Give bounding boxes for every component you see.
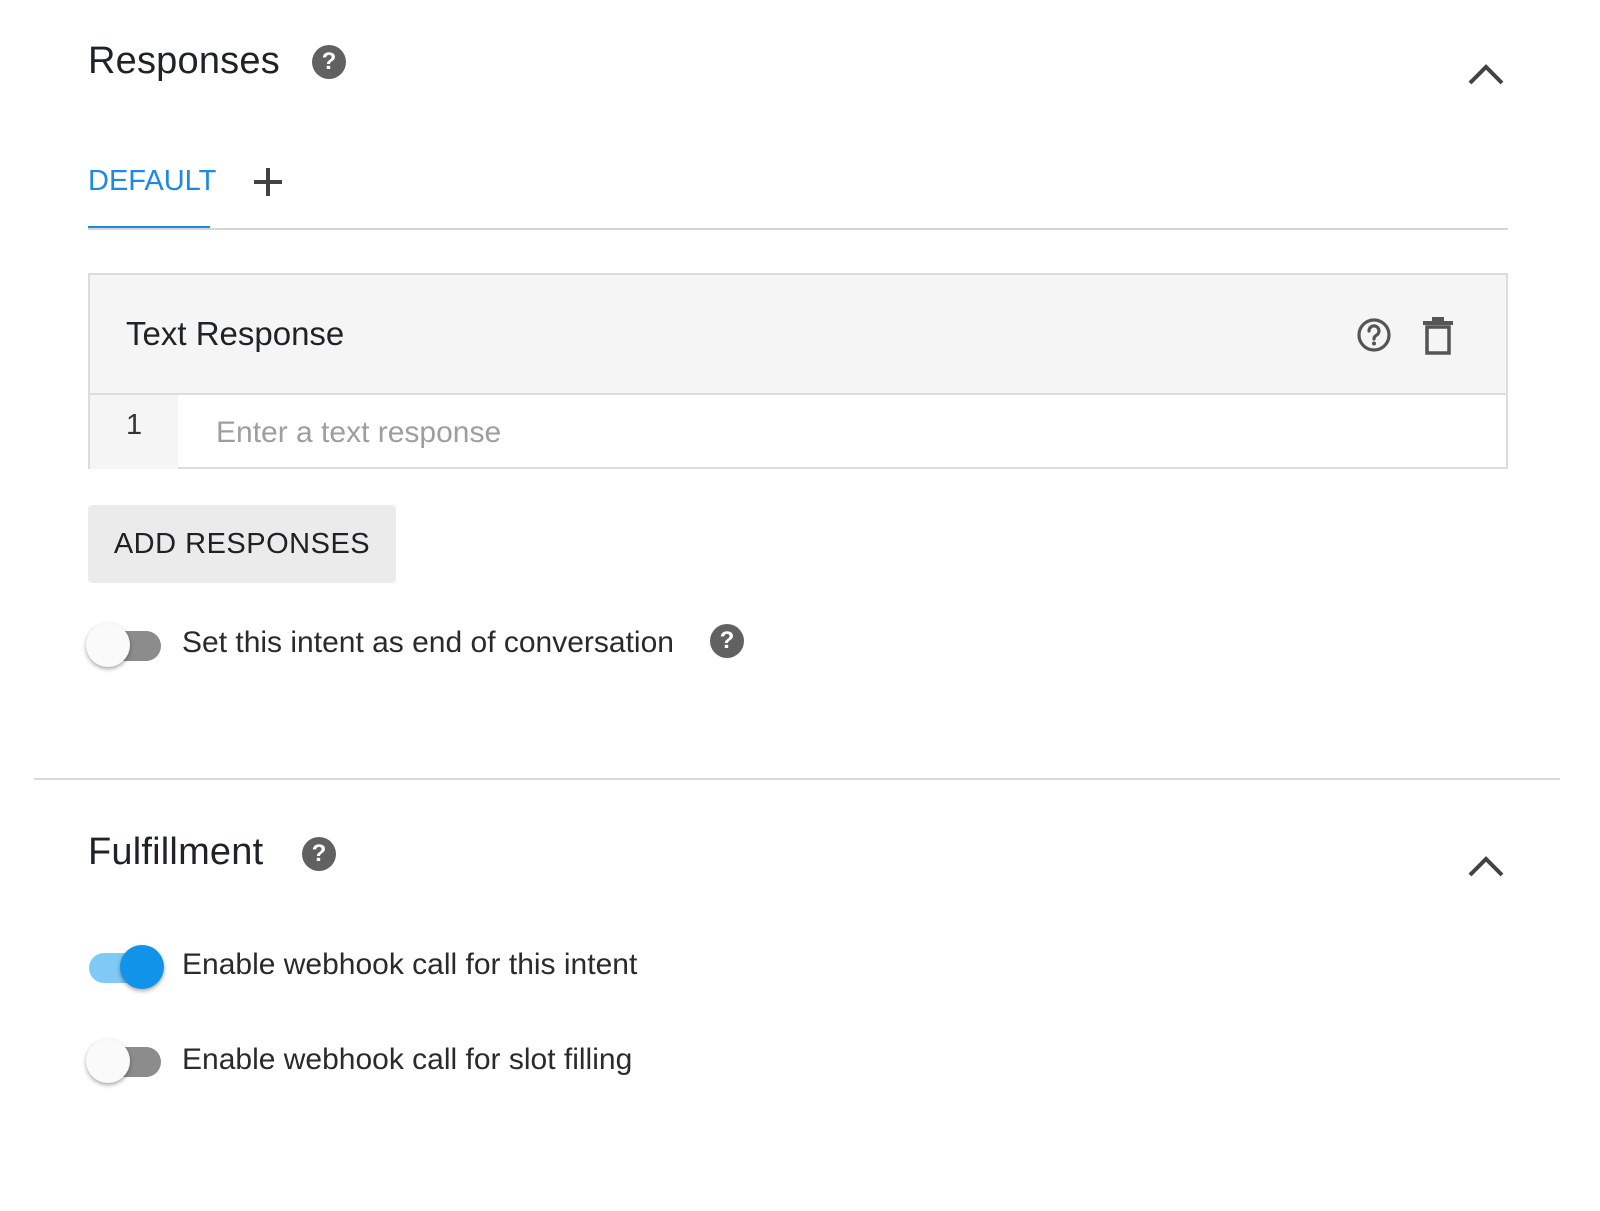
webhook-intent-toggle[interactable] — [86, 945, 164, 989]
toggle-knob — [120, 945, 164, 989]
text-response-card: Text Response 1 — [88, 273, 1508, 469]
trash-icon[interactable] — [1422, 315, 1454, 355]
webhook-slot-filling-toggle[interactable] — [86, 1039, 162, 1083]
toggle-knob — [86, 1039, 130, 1083]
add-responses-button[interactable]: ADD RESPONSES — [88, 505, 396, 583]
chevron-up-icon[interactable] — [1466, 851, 1506, 879]
help-circle-filled-icon[interactable]: ? — [710, 624, 744, 658]
text-response-title: Text Response — [126, 315, 345, 352]
end-of-conversation-label: Set this intent as end of conversation — [182, 626, 674, 659]
text-response-card-header: Text Response — [90, 275, 1506, 395]
text-response-input[interactable] — [216, 413, 1416, 453]
response-row-number-cell: 1 — [90, 395, 178, 469]
webhook-slot-filling-label: Enable webhook call for slot filling — [182, 1043, 633, 1076]
help-circle-outline-icon[interactable] — [1356, 317, 1392, 353]
fulfillment-title: Fulfillment — [88, 831, 264, 873]
help-circle-filled-icon[interactable]: ? — [302, 837, 336, 871]
responses-title: Responses — [88, 40, 280, 82]
tabs-divider — [88, 228, 1508, 230]
tab-default[interactable]: DEFAULT — [88, 165, 216, 198]
chevron-up-icon[interactable] — [1466, 59, 1506, 87]
response-row-number: 1 — [126, 409, 143, 441]
end-of-conversation-toggle[interactable] — [86, 623, 162, 667]
webhook-intent-label: Enable webhook call for this intent — [182, 948, 638, 981]
toggle-knob — [86, 623, 130, 667]
section-divider — [34, 778, 1560, 780]
plus-icon[interactable] — [253, 167, 283, 197]
help-circle-filled-icon[interactable]: ? — [312, 45, 346, 79]
